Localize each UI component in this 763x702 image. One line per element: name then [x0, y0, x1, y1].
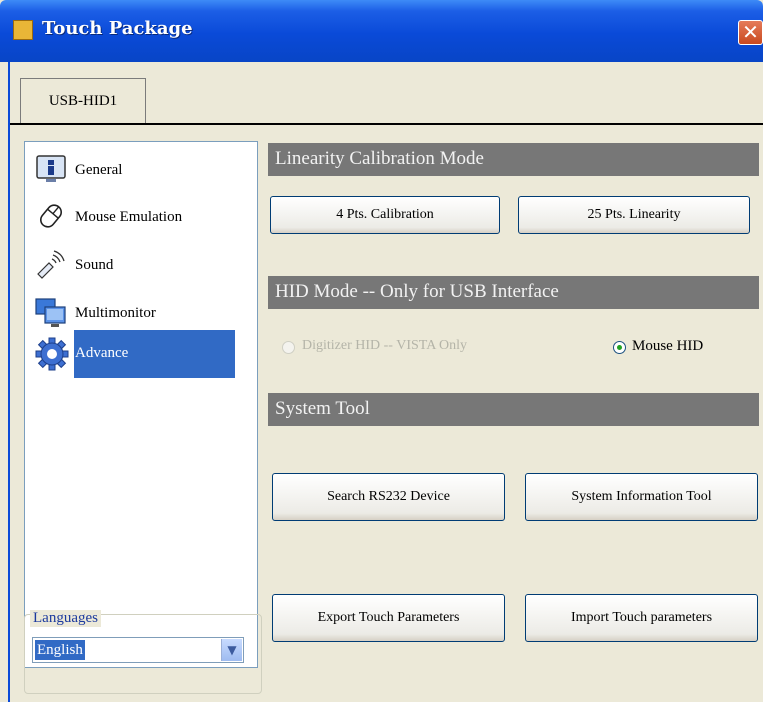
- sidebar-item-label: Mouse Emulation: [75, 209, 183, 225]
- export-touch-parameters-button[interactable]: Export Touch Parameters: [272, 594, 505, 642]
- chevron-down-icon[interactable]: ▼: [221, 639, 242, 661]
- close-icon: ✕: [742, 20, 759, 44]
- sidebar-item-sound[interactable]: Sound: [33, 246, 238, 284]
- section-header-hid-mode: HID Mode -- Only for USB Interface: [268, 276, 759, 309]
- mouse-hid-radio[interactable]: [613, 341, 626, 354]
- four-point-calibration-button[interactable]: 4 Pts. Calibration: [270, 196, 500, 234]
- speaker-icon: [37, 250, 65, 279]
- touch-package-window: Touch Package ✕ USB-HID1 General Mouse E…: [0, 0, 763, 702]
- tab-divider: [10, 123, 763, 125]
- sidebar-list: General Mouse Emulation Sound Multimonit…: [24, 141, 258, 668]
- digitizer-hid-label: Digitizer HID -- VISTA Only: [302, 338, 468, 353]
- languages-label: Languages: [30, 610, 101, 627]
- sidebar-item-advance[interactable]: Advance: [33, 330, 238, 378]
- sidebar-item-label: Sound: [75, 257, 114, 273]
- sidebar-item-general[interactable]: General: [33, 151, 238, 189]
- mouse-hid-label: Mouse HID: [632, 338, 704, 354]
- sidebar-item-label: General: [75, 162, 123, 178]
- twenty-five-point-linearity-button[interactable]: 25 Pts. Linearity: [518, 196, 750, 234]
- search-rs232-device-button[interactable]: Search RS232 Device: [272, 473, 505, 521]
- section-header-linearity: Linearity Calibration Mode: [268, 143, 759, 176]
- gear-icon: [35, 337, 69, 371]
- digitizer-hid-radio[interactable]: [282, 341, 295, 354]
- language-select[interactable]: English ▼: [32, 637, 244, 663]
- sidebar-item-label: Multimonitor: [75, 305, 156, 321]
- radio-selected-dot: [617, 345, 622, 350]
- dialog-body: USB-HID1 General Mouse Emulation Sound M…: [8, 62, 763, 702]
- sidebar-item-mouse-emulation[interactable]: Mouse Emulation: [33, 198, 238, 236]
- import-touch-parameters-button[interactable]: Import Touch parameters: [525, 594, 758, 642]
- tab-usb-hid1[interactable]: USB-HID1: [20, 78, 146, 124]
- app-icon: [13, 20, 33, 40]
- sidebar-item-label: Advance: [75, 345, 129, 362]
- mouse-icon: [39, 204, 63, 228]
- close-button[interactable]: ✕: [738, 20, 763, 45]
- language-selected-value: English: [35, 640, 85, 660]
- title-bar: Touch Package ✕: [0, 0, 763, 62]
- section-header-system-tool: System Tool: [268, 393, 759, 426]
- window-title: Touch Package: [42, 18, 193, 39]
- monitors-icon: [35, 298, 66, 327]
- system-information-tool-button[interactable]: System Information Tool: [525, 473, 758, 521]
- sidebar-item-multimonitor[interactable]: Multimonitor: [33, 294, 238, 332]
- info-icon: [36, 155, 66, 182]
